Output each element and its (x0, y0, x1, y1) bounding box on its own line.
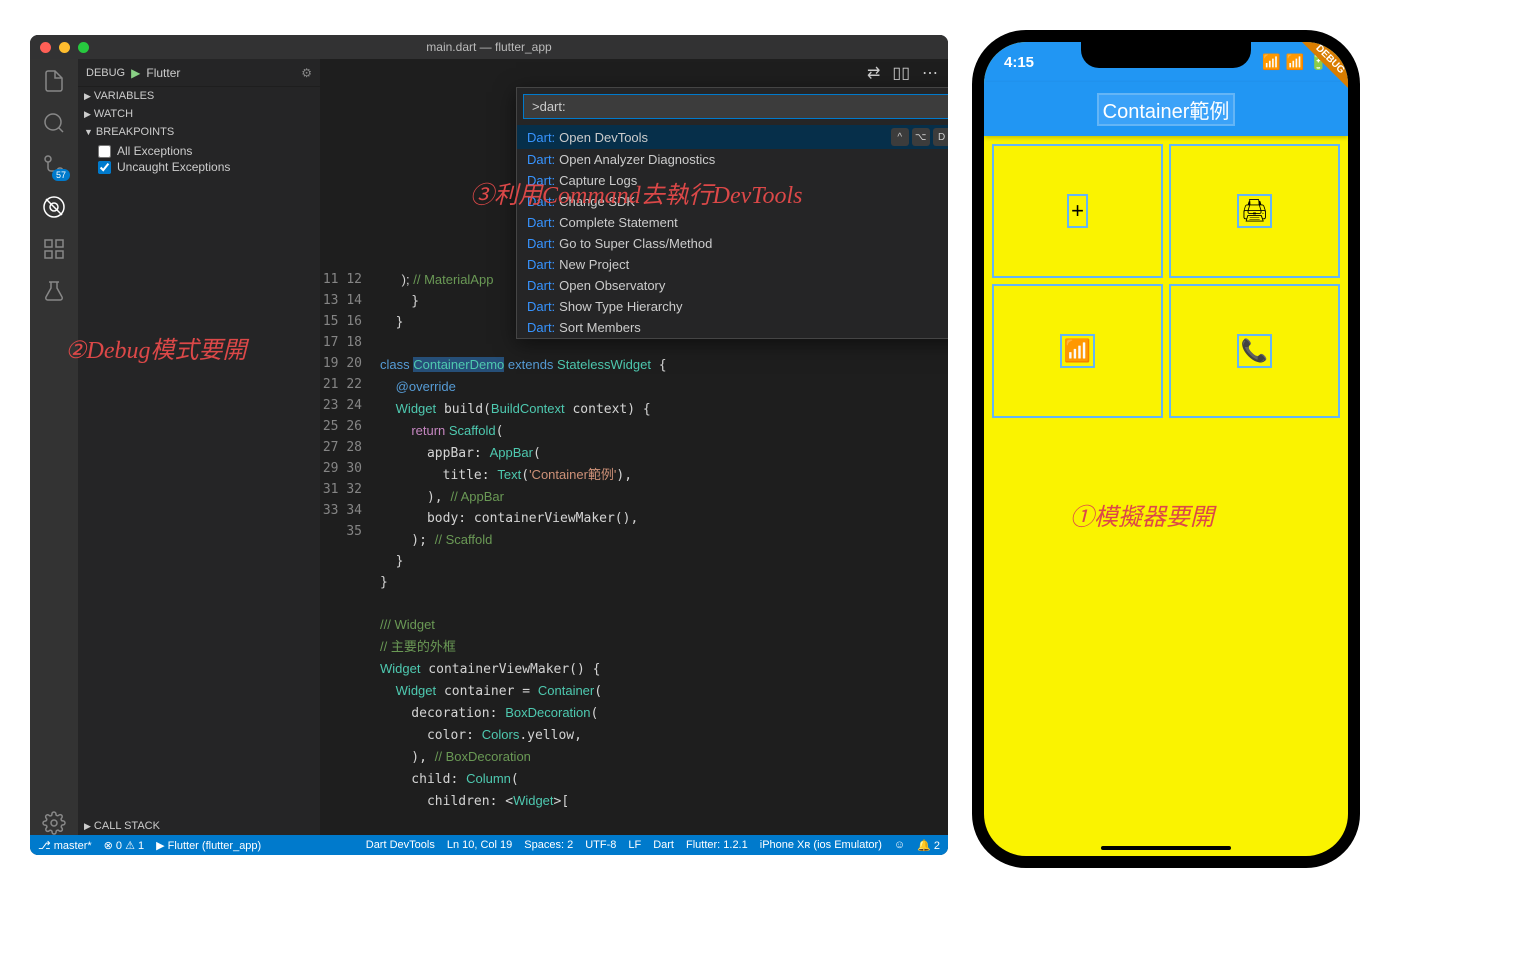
card-wifi[interactable]: 📶 (994, 286, 1161, 416)
palette-item[interactable]: Dart:New Project (517, 254, 948, 275)
encoding-status[interactable]: UTF-8 (585, 839, 616, 851)
editor-toolbar: ⇄ ▯▯ ⋯ (867, 63, 938, 83)
config-gear-icon[interactable]: ⚙ (301, 66, 312, 80)
activity-bar: 57 (30, 59, 78, 835)
all-exceptions-row[interactable]: All Exceptions (98, 143, 312, 159)
debug-toolbar: DEBUG ▶ Flutter ⚙ (78, 59, 320, 87)
debug-label: DEBUG (86, 67, 125, 79)
nav-alt-icon[interactable]: ⌥ (912, 128, 930, 146)
more-icon[interactable]: ⋯ (922, 63, 938, 83)
devtools-status[interactable]: Dart DevTools (366, 839, 435, 851)
line-gutter: 11 12 13 14 15 16 17 18 19 20 21 22 23 2… (320, 59, 380, 835)
wifi-icon: 📶 (1062, 336, 1093, 366)
palette-item[interactable]: Dart: Open DevTools ^ ⌥ D recently used (517, 125, 948, 149)
spaces-status[interactable]: Spaces: 2 (524, 839, 573, 851)
card-phone[interactable]: 📞 (1171, 286, 1338, 416)
explorer-icon[interactable] (42, 69, 66, 93)
watch-section[interactable]: ▶WATCH (78, 105, 320, 123)
compare-icon[interactable]: ⇄ (867, 63, 880, 83)
start-debug-button[interactable]: ▶ (131, 66, 140, 80)
problems-status[interactable]: ⊗ 0 ⚠ 1 (104, 839, 145, 852)
ios-time: 4:15 (1004, 54, 1034, 71)
beaker-icon[interactable] (42, 279, 66, 303)
command-palette: Dart: Open DevTools ^ ⌥ D recently used … (516, 87, 948, 339)
traffic-lights (40, 42, 89, 53)
palette-input[interactable] (523, 94, 948, 119)
feedback-icon[interactable]: ☺ (894, 839, 905, 851)
breakpoints-section[interactable]: ▼BREAKPOINTS (78, 123, 320, 141)
notifications-icon[interactable]: 🔔 2 (917, 839, 940, 852)
flutter-status[interactable]: Flutter: 1.2.1 (686, 839, 748, 851)
phone-screen[interactable]: DEBUG 4:15 📶 📶 🔋 Container範例 + 🖨 📶 📞 (984, 42, 1348, 856)
callstack-section[interactable]: ▶CALL STACK (78, 817, 320, 835)
branch-status[interactable]: ⎇ master* (38, 839, 92, 852)
container-grid: + 🖨 📶 📞 (984, 136, 1348, 426)
palette-item[interactable]: Dart:Open Observatory (517, 275, 948, 296)
variables-section[interactable]: ▶VARIABLES (78, 87, 320, 105)
palette-item[interactable]: Dart:Change SDK (517, 191, 948, 212)
all-exceptions-checkbox[interactable] (98, 145, 111, 158)
settings-icon[interactable] (42, 811, 66, 835)
editor[interactable]: ⇄ ▯▯ ⋯ 11 12 13 14 15 16 17 18 19 20 21 … (320, 59, 948, 835)
nav-up-icon[interactable]: ^ (891, 128, 909, 146)
running-status[interactable]: ▶ Flutter (flutter_app) (156, 839, 261, 852)
palette-item[interactable]: Dart:Show Type HierarchyF4 (517, 296, 948, 317)
wifi-icon: 📶 (1286, 53, 1305, 71)
palette-item[interactable]: Dart:Complete Statement (517, 212, 948, 233)
device-status[interactable]: iPhone Xʀ (ios Emulator) (760, 839, 882, 851)
add-icon: + (1069, 196, 1086, 226)
scm-badge: 57 (52, 169, 70, 181)
cursor-position[interactable]: Ln 10, Col 19 (447, 839, 512, 851)
maximize-button[interactable] (78, 42, 89, 53)
phone-icon: 📞 (1239, 336, 1270, 366)
nav-d-icon[interactable]: D (933, 128, 948, 146)
palette-item[interactable]: Dart:Sort Members (517, 317, 948, 338)
palette-item[interactable]: Dart:Go to Super Class/Method (517, 233, 948, 254)
notch (1081, 42, 1251, 68)
palette-item[interactable]: Dart:Capture Logsother commands (517, 170, 948, 191)
close-button[interactable] (40, 42, 51, 53)
debug-icon[interactable] (42, 195, 66, 219)
flutter-appbar: Container範例 (984, 82, 1348, 136)
card-print[interactable]: 🖨 (1171, 146, 1338, 276)
minimize-button[interactable] (59, 42, 70, 53)
extensions-icon[interactable] (42, 237, 66, 261)
signal-icon: 📶 (1262, 53, 1281, 71)
ios-simulator: DEBUG 4:15 📶 📶 🔋 Container範例 + 🖨 📶 📞 (972, 30, 1360, 868)
print-icon: 🖨 (1239, 196, 1271, 226)
window-title: main.dart — flutter_app (426, 40, 551, 54)
scm-icon[interactable]: 57 (42, 153, 66, 177)
palette-item[interactable]: Dart:Open Analyzer Diagnostics (517, 149, 948, 170)
appbar-title: Container範例 (1099, 95, 1234, 124)
search-icon[interactable] (42, 111, 66, 135)
uncaught-exceptions-checkbox[interactable] (98, 161, 111, 174)
titlebar: main.dart — flutter_app (30, 35, 948, 59)
eol-status[interactable]: LF (628, 839, 641, 851)
card-add[interactable]: + (994, 146, 1161, 276)
debug-config[interactable]: Flutter (146, 66, 295, 80)
split-icon[interactable]: ▯▯ (892, 63, 910, 83)
lang-status[interactable]: Dart (653, 839, 674, 851)
status-bar: ⎇ master* ⊗ 0 ⚠ 1 ▶ Flutter (flutter_app… (30, 835, 948, 855)
vscode-window: main.dart — flutter_app 57 DEBUG ▶ Flutt… (30, 35, 948, 855)
uncaught-exceptions-row[interactable]: Uncaught Exceptions (98, 159, 312, 175)
home-indicator[interactable] (1101, 846, 1231, 850)
debug-sidebar: DEBUG ▶ Flutter ⚙ ▶VARIABLES ▶WATCH ▼BRE… (78, 59, 320, 835)
